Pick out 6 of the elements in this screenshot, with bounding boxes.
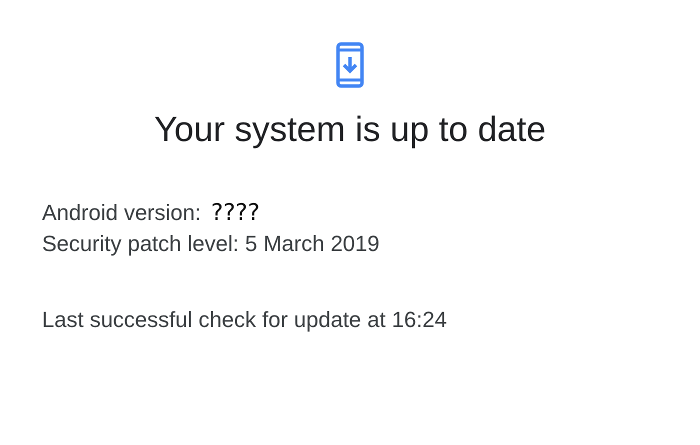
- patch-level-text: Security patch level: 5 March 2019: [42, 231, 380, 257]
- version-value: ????: [210, 200, 260, 226]
- status-title: Your system is up to date: [153, 110, 547, 150]
- phone-download-icon: [336, 42, 364, 88]
- version-label: Android version:: [42, 200, 201, 226]
- last-check-text: Last successful check for update at 16:24: [42, 307, 448, 333]
